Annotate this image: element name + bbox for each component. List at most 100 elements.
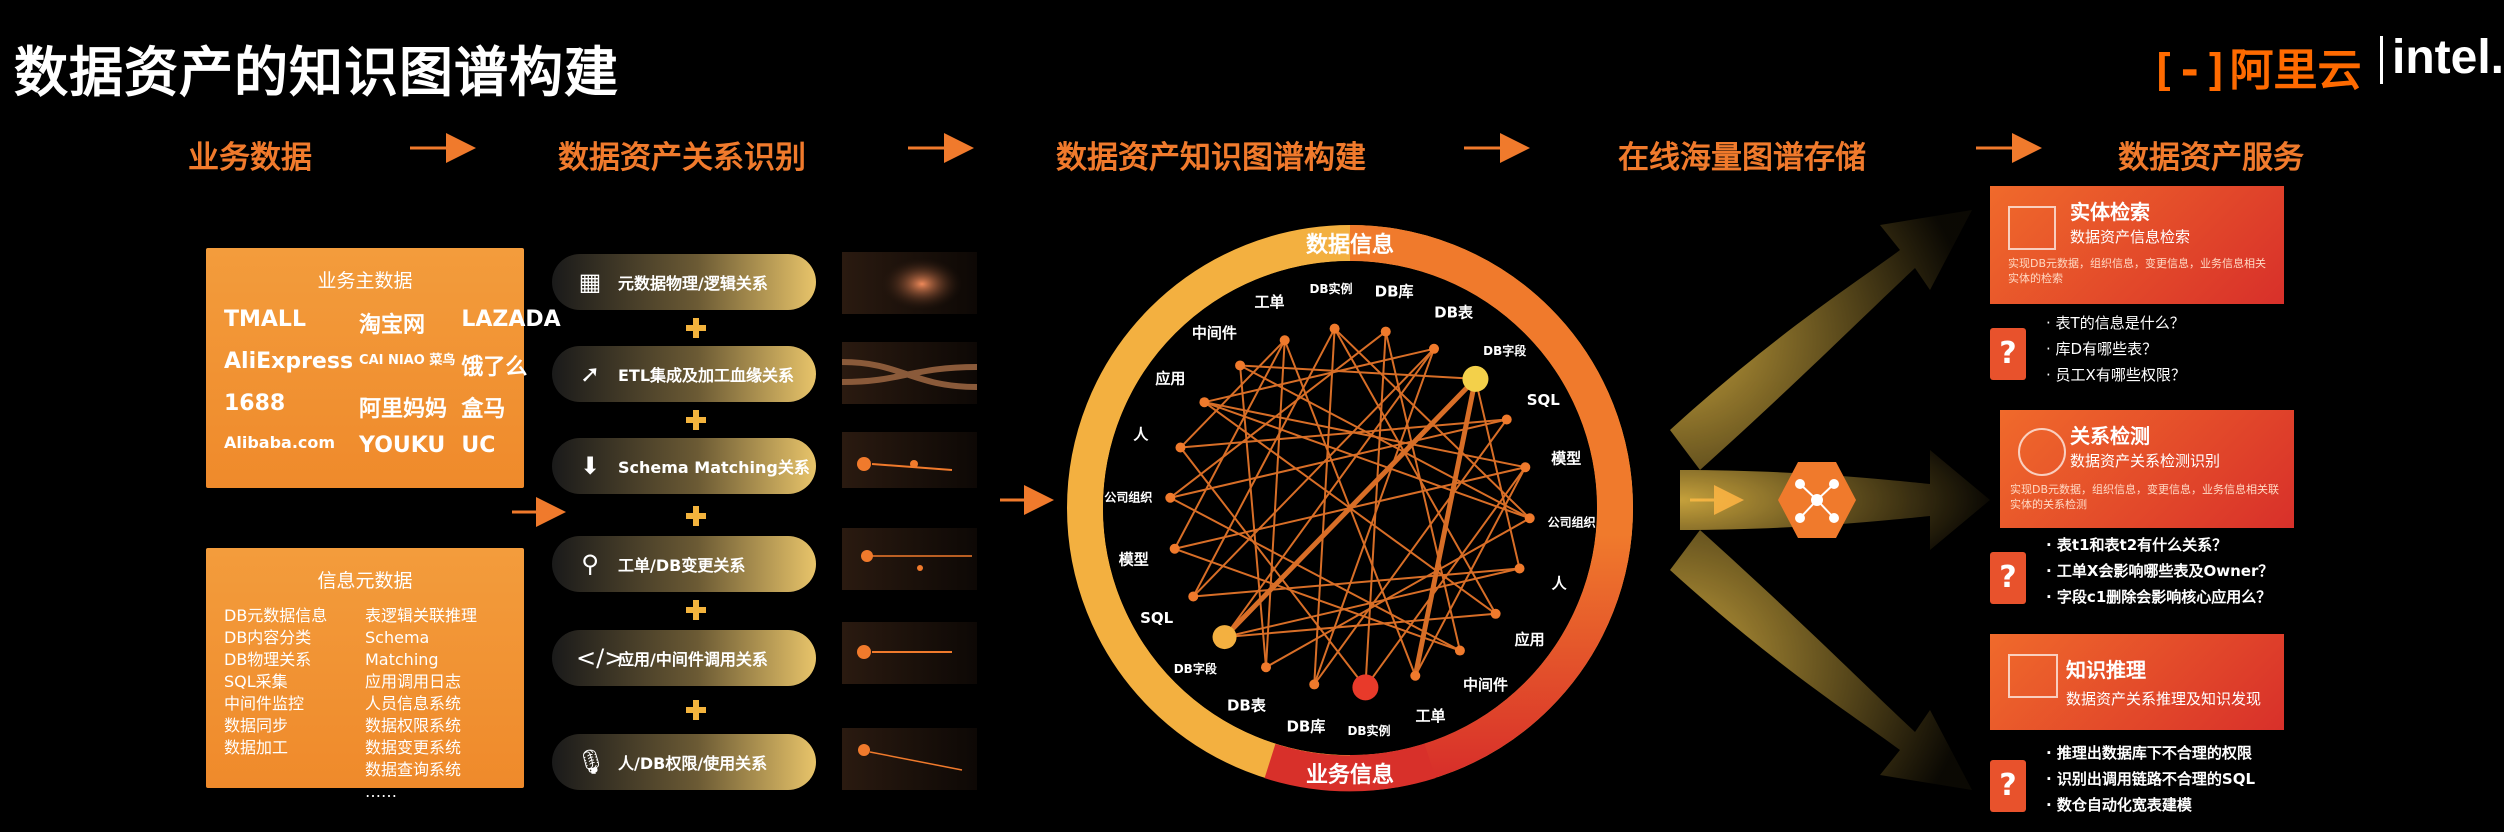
graph-node	[1188, 591, 1199, 602]
graph-node	[1524, 513, 1535, 524]
metadata-item: 表逻辑关联推理	[365, 606, 478, 625]
thumbnail-call	[842, 622, 977, 684]
reasoning-server-icon	[2008, 654, 2058, 698]
graph-node	[1175, 442, 1186, 453]
graph-node	[1212, 625, 1237, 650]
graph-node-label: 模型	[1551, 450, 1581, 468]
graph-node-label: DB字段	[1483, 343, 1527, 358]
graph-node-label: DB表	[1434, 304, 1474, 322]
reasoning-question-list: 推理出数据库下不合理的权限 识别出调用链路不合理的SQL 数仓自动化宽表建模	[2046, 740, 2255, 818]
brand-logo: YOUKU	[359, 433, 446, 458]
relation-metadata-physical: ▦ 元数据物理/逻辑关系	[552, 254, 816, 310]
question-item: 工单X会影响哪些表及Owner？	[2046, 558, 2273, 584]
metadata-item: 应用调用日志	[365, 672, 462, 691]
graph-node-label: DB字段	[1174, 661, 1218, 676]
beam-bottom	[1670, 530, 1972, 790]
metadata-panel-title: 信息元数据	[317, 570, 413, 592]
graph-node	[1410, 670, 1421, 681]
plus-icon	[686, 700, 706, 720]
code-icon: </>	[576, 644, 625, 672]
service-relation-detection: 关系检测 数据资产关系检测识别 实现DB元数据，组织信息，变更信息，业务信息相关…	[2000, 410, 2294, 528]
entity-question-list: 表T的信息是什么？ 库D有哪些表？ 员工X有哪些权限？	[2046, 310, 2186, 388]
graph-bottom-label: 业务信息	[1306, 762, 1394, 788]
relation-label: 应用/中间件调用关系	[618, 650, 768, 669]
graph-node-label: DB实例	[1347, 723, 1390, 738]
service-knowledge-reasoning: 知识推理 数据资产关系推理及知识发现	[1990, 634, 2284, 730]
mic-icon: 🎙	[576, 748, 607, 776]
graph-node	[1279, 335, 1290, 346]
relation-label: 人/DB权限/使用关系	[618, 754, 768, 773]
graph-node-label: SQL	[1527, 391, 1561, 409]
graph-node	[1462, 365, 1489, 392]
graph-node-label: DB库	[1286, 718, 1325, 736]
graph-node	[1454, 645, 1465, 656]
graph-node-label: 工单	[1416, 707, 1446, 725]
metadata-item: DB元数据信息	[224, 606, 328, 625]
graph-node	[1380, 326, 1391, 337]
beam-top	[1670, 210, 1972, 470]
question-item: 识别出调用链路不合理的SQL	[2046, 766, 2255, 792]
graph-node	[1329, 323, 1340, 334]
graph-node-label: DB表	[1227, 696, 1267, 714]
relation-label: 工单/DB变更关系	[618, 556, 746, 575]
pointer-icon: ➚	[579, 360, 601, 388]
brand-logo: AliExpress	[224, 349, 354, 374]
graph-node	[1501, 414, 1512, 425]
graph-node	[1429, 343, 1440, 354]
graph-node	[1514, 563, 1525, 574]
knowledge-graph: 工单DB实例 DB库DB表DB字段SQL模型公司组织人应用中间件工单DB实例DB库…	[1067, 225, 1634, 792]
question-item: 表t1和表t2有什么关系？	[2046, 532, 2273, 558]
graph-node	[1309, 679, 1320, 690]
graph-node	[1490, 608, 1501, 619]
service-subtitle: 数据资产信息检索	[2070, 228, 2191, 246]
metadata-item: 数据权限系统	[365, 716, 462, 735]
graph-top-label: 数据信息	[1306, 232, 1394, 258]
metadata-panel: 信息元数据 DB元数据信息 DB内容分类 DB物理关系 SQL采集 中间件监控 …	[206, 548, 524, 801]
service-subtitle: 数据资产关系检测识别	[2070, 452, 2221, 470]
metadata-item: SQL采集	[224, 672, 288, 691]
brand-logo: 饿了么	[461, 355, 528, 380]
download-icon: ⬇	[579, 452, 601, 480]
relation-etl-lineage: ➚ ETL集成及加工血缘关系	[552, 346, 816, 402]
graph-node	[1352, 674, 1379, 701]
service-subtitle: 数据资产关系推理及知识发现	[2066, 690, 2262, 708]
service-description: 实现DB元数据，组织信息，变更信息，业务信息相关联实体的关系检测	[2010, 483, 2280, 511]
entity-grid-icon	[2008, 206, 2056, 250]
relation-label: 元数据物理/逻辑关系	[618, 274, 768, 293]
relation-app-middleware: </> 应用/中间件调用关系	[552, 630, 816, 686]
service-title: 实体检索	[2070, 200, 2150, 224]
graph-node	[1520, 462, 1531, 473]
question-item: 字段c1删除会影响核心应用么？	[2046, 584, 2273, 610]
business-master-data-panel: 业务主数据 TMALL 淘宝网 LAZADA AliExpress CAI NI…	[206, 248, 561, 488]
brand-logo: Alibaba.com	[224, 433, 336, 452]
brand-logo-grid: TMALL 淘宝网 LAZADA AliExpress CAI NIAO 菜鸟 …	[206, 293, 561, 472]
relation-question-list: 表t1和表t2有什么关系？ 工单X会影响哪些表及Owner？ 字段c1删除会影响…	[2046, 532, 2273, 610]
brand-logo: 盒马	[461, 397, 506, 422]
brand-logo: 阿里妈妈	[359, 397, 448, 422]
relation-person-permission: 🎙 人/DB权限/使用关系	[552, 734, 816, 790]
metadata-col-1: DB元数据信息 DB内容分类 DB物理关系 SQL采集 中间件监控 数据同步 数…	[224, 605, 365, 803]
question-icon: ?	[1990, 552, 2026, 604]
metadata-item: DB内容分类	[224, 628, 312, 647]
grid-icon: ▦	[578, 268, 602, 296]
graph-node-label: 公司组织	[1548, 515, 1596, 530]
question-item: 表T的信息是什么？	[2046, 310, 2186, 336]
brand-logo: 1688	[224, 391, 286, 416]
thumbnail-matching	[842, 432, 977, 488]
question-item: 员工X有哪些权限？	[2046, 362, 2186, 388]
graph-node-label: 应用	[1515, 630, 1545, 648]
graph-node-label: SQL	[1140, 609, 1174, 627]
service-title: 关系检测	[2070, 424, 2150, 448]
metadata-item: ……	[365, 782, 397, 801]
plus-icon	[686, 410, 706, 430]
graph-node	[1260, 662, 1271, 673]
brand-logo: UC	[461, 433, 496, 458]
graph-node-label: 人	[1552, 575, 1568, 593]
service-title: 知识推理	[2066, 658, 2146, 682]
relation-globe-icon	[2018, 428, 2066, 476]
metadata-columns: DB元数据信息 DB内容分类 DB物理关系 SQL采集 中间件监控 数据同步 数…	[206, 593, 524, 815]
metadata-item: 人员信息系统	[365, 694, 462, 713]
service-entity-search: 实体检索 数据资产信息检索 实现DB元数据，组织信息，变更信息，业务信息相关实体…	[1990, 186, 2284, 304]
brand-logo: CAI NIAO 菜鸟	[359, 353, 456, 368]
search-icon: ⚲	[581, 550, 599, 578]
